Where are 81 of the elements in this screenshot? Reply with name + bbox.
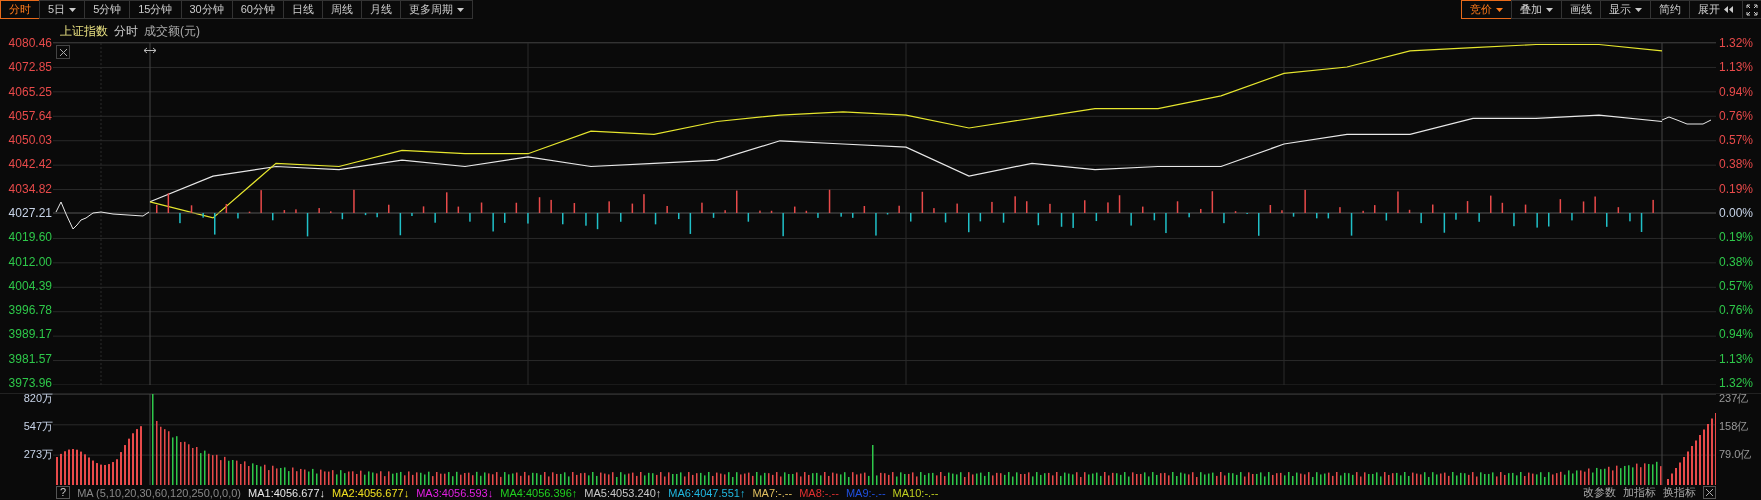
toolbar-button[interactable]: 画线 <box>1561 0 1601 19</box>
percent-axis-label: 0.57% <box>1719 134 1755 147</box>
caret-icon <box>457 7 464 12</box>
percent-axis-label: 0.76% <box>1719 109 1755 122</box>
volume-axis-label: 547万 <box>22 420 53 432</box>
price-axis-label: 4080.46 <box>7 37 53 49</box>
period-tab[interactable]: 周线 <box>322 0 362 19</box>
close-icon[interactable] <box>1703 486 1716 499</box>
toolbar-button[interactable]: 竞价 <box>1461 0 1512 19</box>
caret-icon <box>1546 7 1553 12</box>
period-tab[interactable]: 30分钟 <box>180 0 233 19</box>
moving-average-value: MA10:-.-- <box>892 486 939 499</box>
percent-axis-label: 1.32% <box>1719 376 1755 389</box>
period-tab[interactable]: 分时 <box>0 0 40 19</box>
price-axis-label: 4019.60 <box>7 231 53 244</box>
caret-icon <box>1635 7 1642 12</box>
volume-axis-label: 237亿 <box>1719 392 1750 404</box>
price-axis-label: 4027.21 <box>7 206 53 219</box>
percent-axis-label: 0.57% <box>1719 279 1755 292</box>
caret-icon <box>69 7 77 12</box>
percent-axis-label: 0.38% <box>1719 158 1755 171</box>
period-tab[interactable]: 15分钟 <box>129 0 182 19</box>
volume-axis-label: 79.0亿 <box>1719 448 1753 460</box>
percent-axis-label: 0.38% <box>1719 255 1755 268</box>
volume-axis-label: 820万 <box>22 392 53 404</box>
help-button[interactable]: ? <box>56 486 71 499</box>
percent-axis-label: 0.94% <box>1719 85 1755 98</box>
moving-average-value: MA6:4047.551↑ <box>668 486 746 499</box>
price-axis-label: 3973.96 <box>7 376 53 389</box>
chart-mode-label: 分时 <box>114 22 138 40</box>
period-tab[interactable]: 60分钟 <box>231 0 284 19</box>
percent-axis-label: 1.32% <box>1719 37 1755 49</box>
moving-average-value: MA3:4056.593↓ <box>416 486 494 499</box>
price-axis-label: 4012.00 <box>7 255 53 268</box>
percent-axis-label: 0.76% <box>1719 304 1755 317</box>
percent-axis-label: 0.00% <box>1719 206 1755 219</box>
price-axis-label: 3996.78 <box>7 304 53 317</box>
indicator-params: MA (5,10,20,30,60,120,250,0,0,0) <box>77 486 242 499</box>
price-axis-label: 3989.17 <box>7 328 53 341</box>
moving-average-value: MA9:-.-- <box>845 486 886 499</box>
moving-average-value: MA2:4056.677↓ <box>332 486 410 499</box>
percent-axis-label: 0.94% <box>1719 328 1755 341</box>
toolbar-button[interactable]: 简约 <box>1650 0 1690 19</box>
percent-axis-label: 1.13% <box>1719 352 1755 365</box>
volume-axis-label: 158亿 <box>1719 420 1750 432</box>
indicator-action-link[interactable]: 改参数 <box>1583 485 1616 500</box>
caret-icon <box>1496 7 1503 12</box>
moving-average-value: MA1:4056.677↓ <box>248 486 326 499</box>
double-left-arrow-icon <box>1724 6 1734 13</box>
period-tab[interactable]: 5分钟 <box>84 0 131 19</box>
toolbar-button[interactable]: 展开 <box>1689 0 1743 19</box>
period-tab[interactable]: 5日 <box>39 0 86 19</box>
price-axis-label: 3981.57 <box>7 352 53 365</box>
period-tab[interactable]: 更多周期 <box>400 0 473 19</box>
price-axis-label: 4065.25 <box>7 85 53 98</box>
close-icon[interactable] <box>56 45 70 59</box>
indicator-action-link[interactable]: 换指标 <box>1663 485 1696 500</box>
moving-average-value: MA5:4053.240↑ <box>584 486 662 499</box>
moving-average-value: MA4:4056.396↑ <box>500 486 578 499</box>
toolbar-button[interactable]: 显示 <box>1600 0 1651 19</box>
percent-axis-label: 0.19% <box>1719 231 1755 244</box>
index-name: 上证指数 <box>60 22 108 40</box>
price-axis-label: 4004.39 <box>7 279 53 292</box>
price-axis-label: 4057.64 <box>7 109 53 122</box>
price-axis-label: 4050.03 <box>7 134 53 147</box>
price-axis-label: 4042.42 <box>7 158 53 171</box>
moving-average-value: MA8:-.-- <box>799 486 839 499</box>
indicator-action-link[interactable]: 加指标 <box>1623 485 1656 500</box>
volume-axis-label: 273万 <box>22 448 53 460</box>
percent-axis-label: 0.19% <box>1719 182 1755 195</box>
percent-axis-label: 1.13% <box>1719 61 1755 74</box>
moving-average-value: MA7:-.-- <box>752 486 793 499</box>
period-tab[interactable]: 日线 <box>283 0 323 19</box>
indicator-label: 成交额(元) <box>144 22 200 40</box>
price-axis-label: 4034.82 <box>7 182 53 195</box>
period-tab[interactable]: 月线 <box>361 0 401 19</box>
after-hours-line-drawing <box>1661 116 1712 125</box>
toolbar-button[interactable]: 叠加 <box>1511 0 1562 19</box>
fullscreen-button[interactable] <box>1742 0 1761 19</box>
price-axis-label: 4072.85 <box>7 61 53 74</box>
horizontal-resize-icon[interactable] <box>144 47 156 54</box>
